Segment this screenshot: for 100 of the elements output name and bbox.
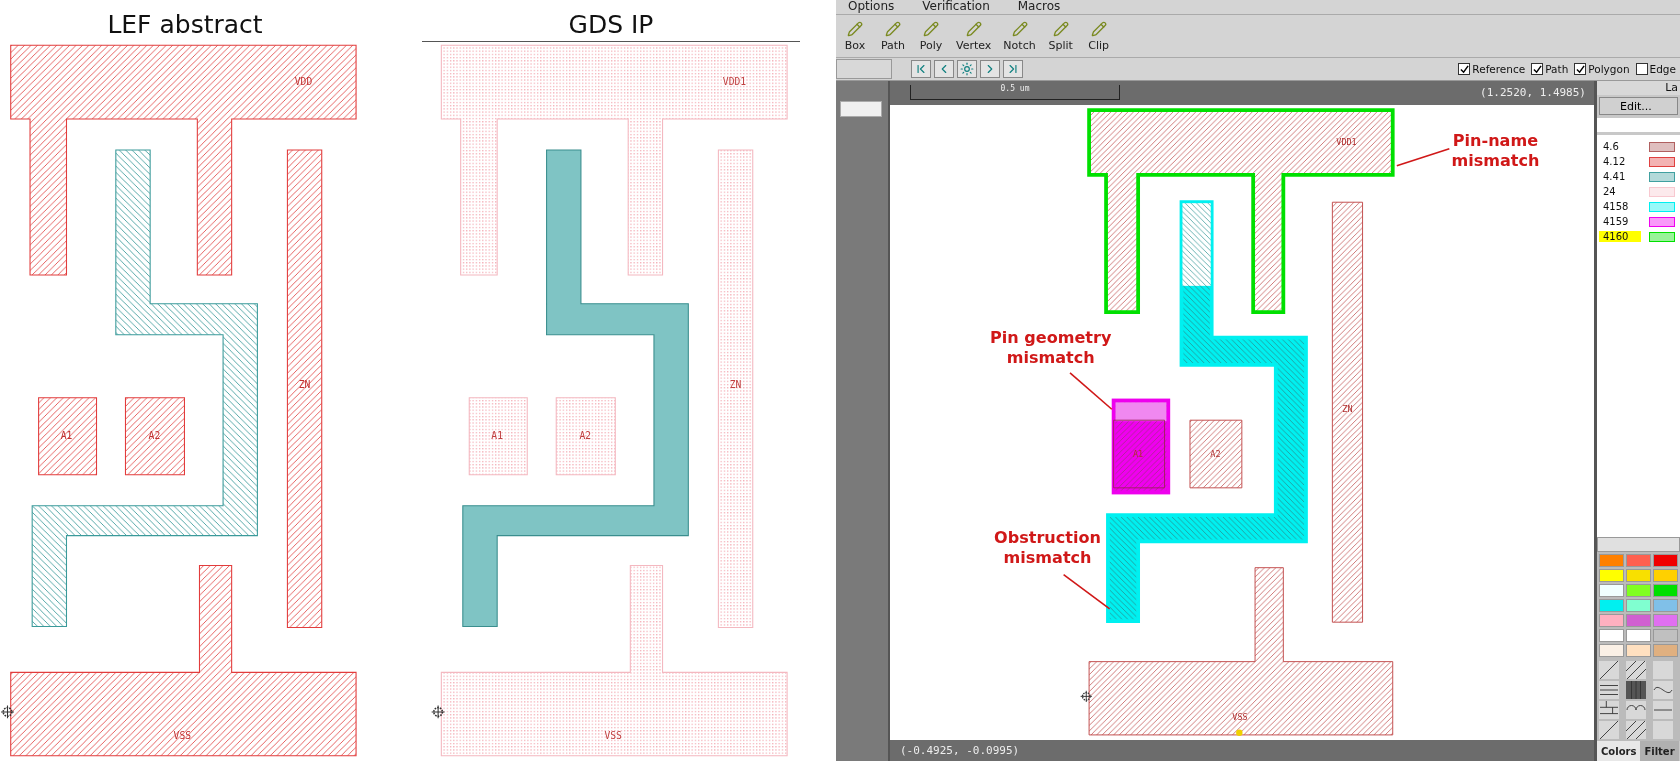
filter-checkbox[interactable]: Edge — [1635, 63, 1676, 75]
pin-label: VDD1 — [722, 75, 747, 87]
fill-pattern-icon[interactable] — [1653, 681, 1673, 699]
scrollbar[interactable] — [1597, 537, 1680, 552]
nav-button[interactable] — [957, 60, 977, 78]
color-swatch[interactable] — [1653, 599, 1678, 612]
pin-label: A1 — [60, 430, 73, 442]
color-swatch[interactable] — [1599, 629, 1624, 642]
color-swatch[interactable] — [1626, 569, 1651, 582]
pin-shape — [1189, 419, 1243, 489]
color-swatch[interactable] — [1626, 584, 1651, 597]
side-field[interactable] — [840, 101, 882, 117]
menu-item[interactable]: Verification — [922, 0, 990, 14]
tool-button[interactable]: Path — [876, 20, 910, 52]
fill-pattern-icon[interactable] — [1599, 661, 1619, 679]
color-swatch[interactable] — [1653, 554, 1678, 567]
color-swatch[interactable] — [1653, 614, 1678, 627]
pencil-icon — [1052, 20, 1069, 37]
layer-item[interactable]: 4.12 — [1597, 154, 1680, 169]
checkmark-icon — [1532, 64, 1542, 74]
color-swatch[interactable] — [1626, 644, 1651, 657]
layer-item[interactable]: 4158 — [1597, 199, 1680, 214]
pencil-icon — [965, 20, 982, 37]
first-page-icon — [914, 62, 928, 76]
layer-item[interactable]: 24 — [1597, 184, 1680, 199]
color-swatch[interactable] — [1653, 644, 1678, 657]
panel-title: LEF abstract — [106, 9, 264, 41]
color-swatch[interactable] — [1599, 644, 1624, 657]
layout-canvas[interactable]: VDD1 ZN A1 A2 VSS Pin-name mismatch Pin geometry mismatch Obstruction mismatch — [890, 104, 1594, 741]
pin-label: A2 — [1210, 448, 1221, 459]
tool-button[interactable]: Vertex — [952, 20, 996, 52]
callout-label: Obstruction mismatch — [994, 527, 1101, 567]
panel-tab[interactable]: Colors — [1597, 741, 1641, 761]
callout-label: Pin-name mismatch — [1451, 130, 1540, 170]
color-swatch[interactable] — [1626, 629, 1651, 642]
color-swatch[interactable] — [1599, 584, 1624, 597]
fill-pattern-icon[interactable] — [1599, 681, 1619, 699]
callout-label: Pin geometry mismatch — [990, 328, 1112, 368]
panel-header: La — [1597, 81, 1680, 95]
color-swatch[interactable] — [1599, 554, 1624, 567]
pin-label: VDD — [294, 75, 313, 87]
layer-item[interactable]: 4159 — [1597, 214, 1680, 229]
layer-field[interactable] — [1597, 118, 1680, 132]
layer-item[interactable]: 4.6 — [1597, 139, 1680, 154]
color-swatch[interactable] — [1626, 614, 1651, 627]
color-swatch[interactable] — [1599, 614, 1624, 627]
pin-label: ZN — [298, 379, 311, 391]
nav-button[interactable] — [934, 60, 954, 78]
nav-button[interactable] — [1003, 60, 1023, 78]
panel-title: GDS IP — [422, 0, 800, 42]
tool-button[interactable]: Box — [838, 20, 872, 52]
leader-line — [1069, 372, 1113, 410]
last-page-icon — [1006, 62, 1020, 76]
fill-pattern-icon[interactable] — [1626, 721, 1646, 739]
color-swatch[interactable] — [1599, 599, 1624, 612]
edit-button[interactable]: Edit... — [1599, 97, 1678, 115]
layer-item[interactable]: 4.41 — [1597, 169, 1680, 184]
menu-item[interactable]: Options — [848, 0, 895, 14]
input-field[interactable] — [836, 59, 892, 79]
pencil-icon — [923, 20, 939, 37]
cursor-coordinates: (1.2520, 1.4985) — [1480, 86, 1587, 100]
pin-label: ZN — [729, 379, 742, 391]
nav-button[interactable] — [911, 60, 931, 78]
fill-pattern-icon[interactable] — [1599, 701, 1619, 719]
color-swatch[interactable] — [1626, 599, 1651, 612]
color-swatch[interactable] — [1653, 629, 1678, 642]
leader-line — [1396, 147, 1451, 167]
status-coordinates: (-0.4925, -0.0995) — [890, 740, 1594, 761]
nav-button[interactable] — [980, 60, 1000, 78]
tool-button[interactable]: Split — [1043, 20, 1078, 52]
color-swatch[interactable] — [1599, 569, 1624, 582]
tool-button[interactable]: Poly — [914, 20, 948, 52]
scale-bar: 0.5 um — [910, 85, 1120, 101]
cursor-dot — [1236, 729, 1243, 736]
menu-item[interactable]: Macros — [1017, 0, 1061, 14]
pin-label: ZN — [1342, 403, 1353, 414]
pin-label: A2 — [579, 430, 592, 442]
fill-pattern-icon[interactable] — [1626, 661, 1646, 679]
pin-label: A2 — [148, 430, 161, 442]
pin-label: A1 — [1133, 448, 1144, 459]
pencil-icon — [885, 20, 901, 37]
fill-pattern-icon[interactable] — [1626, 701, 1646, 719]
tool-button[interactable]: Notch — [999, 20, 1040, 52]
pin-label: VDD1 — [1336, 136, 1357, 147]
pin-label: VSS — [173, 729, 192, 741]
filter-checkbox[interactable]: Path — [1531, 63, 1569, 75]
color-swatch[interactable] — [1626, 554, 1651, 567]
color-swatch[interactable] — [1653, 569, 1678, 582]
pin-label: VSS — [604, 729, 622, 741]
panel-tab[interactable]: Filter — [1640, 741, 1679, 761]
fill-pattern-icon[interactable] — [1599, 721, 1619, 739]
filter-checkbox[interactable]: Polygon — [1574, 63, 1630, 75]
pencil-icon — [1090, 20, 1107, 37]
origin-marker-icon — [0, 704, 15, 719]
leader-line — [1062, 573, 1111, 610]
tool-button[interactable]: Clip — [1081, 20, 1116, 52]
layer-item[interactable]: 4160 — [1597, 229, 1680, 244]
filter-checkbox[interactable]: Reference — [1458, 63, 1526, 75]
color-swatch[interactable] — [1653, 584, 1678, 597]
pencil-icon — [847, 20, 863, 37]
